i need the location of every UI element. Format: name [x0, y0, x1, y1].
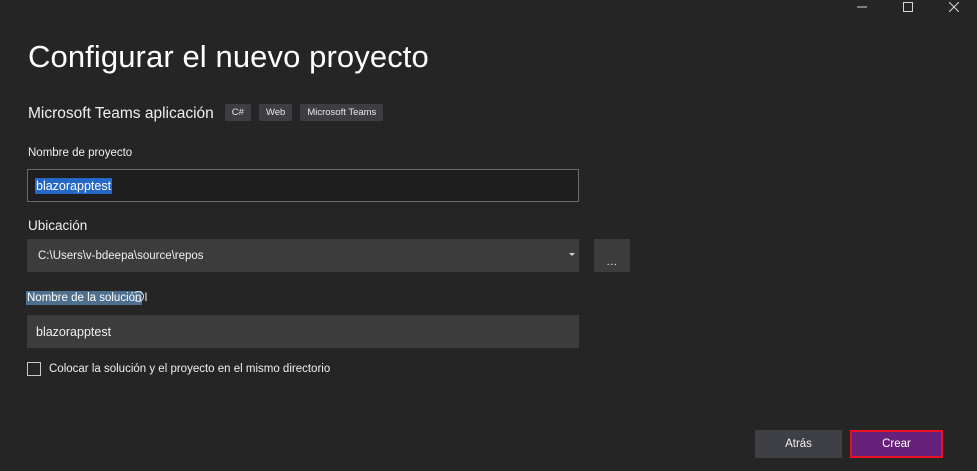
- project-name-label: Nombre de proyecto: [28, 147, 133, 159]
- same-directory-checkbox[interactable]: [27, 362, 41, 376]
- project-name-input[interactable]: blazorapptest: [27, 169, 579, 202]
- project-name-value: blazorapptest: [35, 177, 113, 194]
- location-value: C:\Users\v-bdeepa\source\repos: [38, 249, 204, 262]
- tag-platform: Web: [258, 103, 293, 121]
- minimize-icon: [857, 6, 867, 8]
- text-cursor-icon: I: [144, 292, 148, 304]
- create-button[interactable]: Crear: [850, 430, 943, 458]
- page-title: Configurar el nuevo proyecto: [28, 39, 429, 74]
- close-button[interactable]: [931, 0, 977, 14]
- solution-name-value: blazorapptest: [36, 324, 112, 339]
- same-directory-option[interactable]: Colocar la solución y el proyecto en el …: [27, 362, 330, 376]
- solution-name-label-row: Nombre de la solución I: [26, 291, 148, 305]
- minimize-button[interactable]: [839, 0, 885, 14]
- maximize-icon: [903, 2, 913, 12]
- busy-cursor-icon: [133, 291, 145, 302]
- close-icon: [949, 2, 959, 12]
- tag-project-type: Microsoft Teams: [300, 103, 384, 121]
- maximize-button[interactable]: [885, 0, 931, 14]
- solution-name-label: Nombre de la solución: [26, 291, 145, 305]
- window-controls: [839, 0, 977, 14]
- location-label: Ubicación: [28, 218, 88, 233]
- same-directory-label[interactable]: Colocar la solución y el proyecto en el …: [49, 363, 330, 375]
- template-info: Microsoft Teams aplicación C# Web Micros…: [28, 102, 384, 122]
- solution-name-input[interactable]: blazorapptest: [27, 315, 579, 348]
- new-project-dialog: Configurar el nuevo proyecto Microsoft T…: [0, 0, 977, 471]
- back-button[interactable]: Atrás: [755, 430, 842, 458]
- browse-button[interactable]: ...: [594, 239, 630, 272]
- location-combobox[interactable]: C:\Users\v-bdeepa\source\repos: [27, 239, 579, 272]
- template-name: Microsoft Teams aplicación: [28, 104, 214, 122]
- tag-language: C#: [224, 103, 251, 121]
- dropdown-arrow-icon[interactable]: [569, 253, 575, 256]
